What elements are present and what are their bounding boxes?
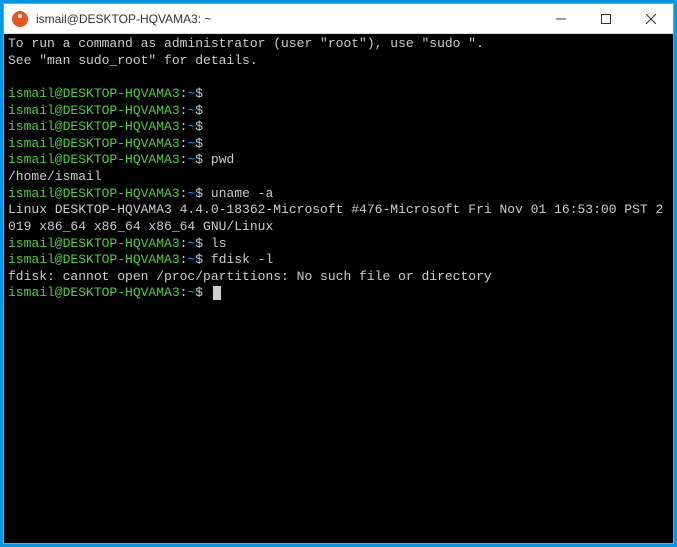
terminal-prompt-line: ismail@DESKTOP-HQVAMA3:~$ [8,285,669,302]
prompt-user-host: ismail@DESKTOP-HQVAMA3 [8,103,180,118]
terminal-prompt-line: ismail@DESKTOP-HQVAMA3:~$ ls [8,236,669,253]
terminal-area[interactable]: To run a command as administrator (user … [4,34,673,543]
terminal-prompt-line: ismail@DESKTOP-HQVAMA3:~$ uname -a [8,186,669,203]
prompt-dollar: $ [195,86,203,101]
prompt-dollar: $ [195,285,203,300]
terminal-command: uname -a [211,186,273,201]
minimize-icon [556,14,566,24]
terminal-prompt-line: ismail@DESKTOP-HQVAMA3:~$ [8,86,669,103]
ubuntu-icon [12,11,28,27]
terminal-command: fdisk -l [211,252,273,267]
terminal-prompt-line: ismail@DESKTOP-HQVAMA3:~$ [8,103,669,120]
prompt-dollar: $ [195,186,203,201]
minimize-button[interactable] [538,4,583,33]
terminal-output-line [8,69,669,86]
window-controls [538,4,673,33]
terminal-command: pwd [211,152,234,167]
terminal-prompt-line: ismail@DESKTOP-HQVAMA3:~$ [8,136,669,153]
titlebar[interactable]: ismail@DESKTOP-HQVAMA3: ~ [4,4,673,34]
maximize-button[interactable] [583,4,628,33]
cursor [213,286,221,300]
prompt-dollar: $ [195,252,203,267]
prompt-user-host: ismail@DESKTOP-HQVAMA3 [8,152,180,167]
maximize-icon [601,14,611,24]
prompt-user-host: ismail@DESKTOP-HQVAMA3 [8,252,180,267]
terminal-output-line: See "man sudo_root" for details. [8,53,669,70]
terminal-output-line: Linux DESKTOP-HQVAMA3 4.4.0-18362-Micros… [8,202,669,235]
terminal-output-line: To run a command as administrator (user … [8,36,669,53]
prompt-user-host: ismail@DESKTOP-HQVAMA3 [8,236,180,251]
close-icon [646,14,656,24]
terminal-output-line: fdisk: cannot open /proc/partitions: No … [8,269,669,286]
prompt-user-host: ismail@DESKTOP-HQVAMA3 [8,119,180,134]
prompt-dollar: $ [195,236,203,251]
terminal-prompt-line: ismail@DESKTOP-HQVAMA3:~$ pwd [8,152,669,169]
prompt-dollar: $ [195,136,203,151]
prompt-dollar: $ [195,152,203,167]
terminal-prompt-line: ismail@DESKTOP-HQVAMA3:~$ fdisk -l [8,252,669,269]
window-title: ismail@DESKTOP-HQVAMA3: ~ [36,12,538,26]
terminal-command: ls [211,236,227,251]
close-button[interactable] [628,4,673,33]
prompt-user-host: ismail@DESKTOP-HQVAMA3 [8,136,180,151]
terminal-output-line: /home/ismail [8,169,669,186]
prompt-dollar: $ [195,119,203,134]
prompt-user-host: ismail@DESKTOP-HQVAMA3 [8,186,180,201]
prompt-dollar: $ [195,103,203,118]
terminal-prompt-line: ismail@DESKTOP-HQVAMA3:~$ [8,119,669,136]
prompt-user-host: ismail@DESKTOP-HQVAMA3 [8,285,180,300]
terminal-window: ismail@DESKTOP-HQVAMA3: ~ To run a comma… [3,3,674,544]
prompt-user-host: ismail@DESKTOP-HQVAMA3 [8,86,180,101]
